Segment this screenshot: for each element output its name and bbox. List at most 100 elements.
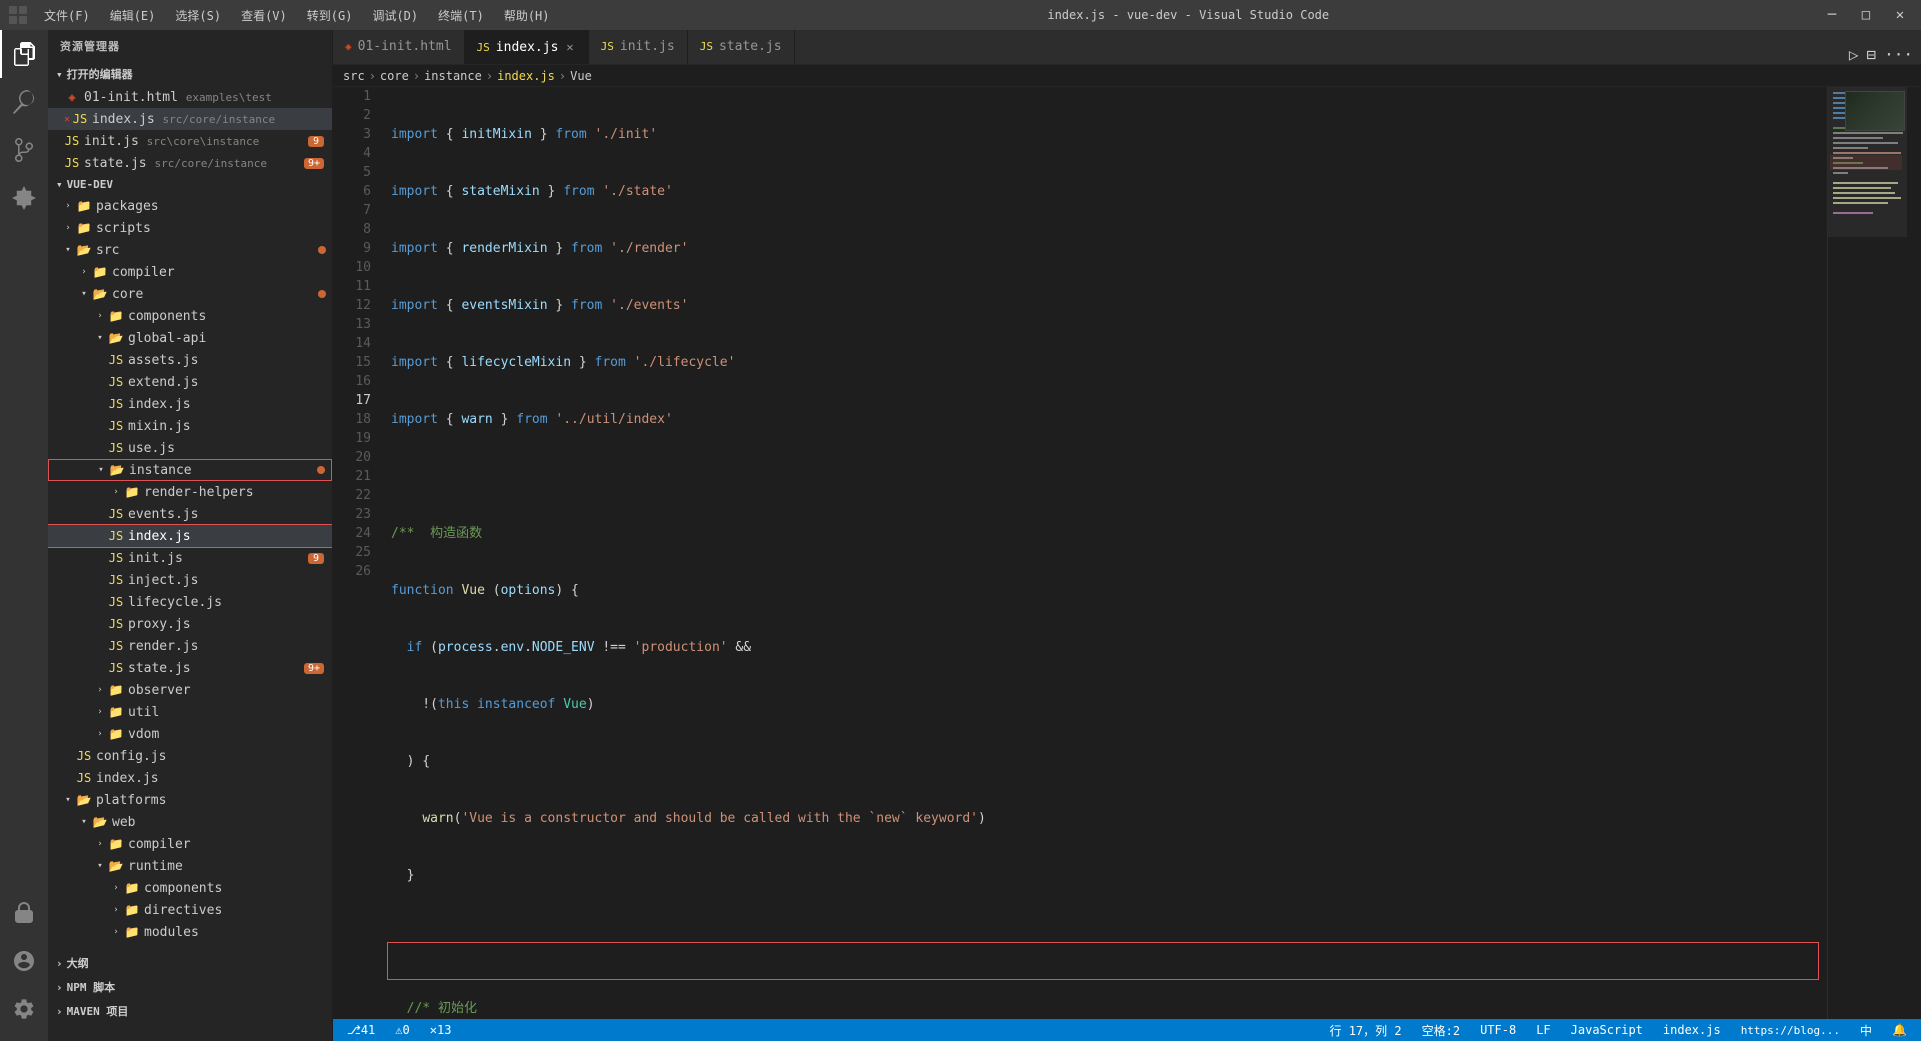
run-icon[interactable]: ▷	[1849, 45, 1859, 64]
menu-goto[interactable]: 转到(G)	[299, 5, 361, 26]
menu-debug[interactable]: 调试(D)	[364, 5, 426, 26]
status-spaces[interactable]: 空格:2	[1416, 1019, 1466, 1041]
chevron-down-icon: ▾	[56, 178, 63, 191]
tree-use-js[interactable]: JS use.js	[48, 437, 332, 459]
tree-runtime-components[interactable]: › 📁 components	[48, 877, 332, 899]
tree-compiler[interactable]: › 📁 compiler	[48, 261, 332, 283]
menu-file[interactable]: 文件(F)	[36, 5, 98, 26]
tree-components[interactable]: › 📁 components	[48, 305, 332, 327]
maximize-button[interactable]: □	[1853, 2, 1879, 28]
tree-scripts[interactable]: › 📁 scripts	[48, 217, 332, 239]
tree-index-core-js[interactable]: JS index.js	[48, 767, 332, 789]
open-editor-initjs[interactable]: JS init.js src\core\instance 9	[48, 130, 332, 152]
tree-extend-js[interactable]: JS extend.js	[48, 371, 332, 393]
menu-view[interactable]: 查看(V)	[233, 5, 295, 26]
more-actions-icon[interactable]: ···	[1884, 45, 1913, 64]
tab-initjs[interactable]: JS init.js	[589, 30, 688, 64]
tree-render-js[interactable]: JS render.js	[48, 635, 332, 657]
tab-close-indexjs[interactable]: ✕	[564, 38, 575, 56]
tree-global-api[interactable]: ▾ 📂 global-api	[48, 327, 332, 349]
status-notifications[interactable]: 🔔	[1886, 1019, 1913, 1041]
tree-core[interactable]: ▾ 📂 core	[48, 283, 332, 305]
tree-assets-js[interactable]: JS assets.js	[48, 349, 332, 371]
breadcrumb-core[interactable]: core	[380, 69, 409, 83]
status-file-type[interactable]: index.js	[1657, 1019, 1727, 1041]
tree-init-js[interactable]: JS init.js 9	[48, 547, 332, 569]
tree-util[interactable]: › 📁 util	[48, 701, 332, 723]
menu-select[interactable]: 选择(S)	[167, 5, 229, 26]
status-warnings[interactable]: ✕ 13	[424, 1019, 458, 1041]
menu-bar[interactable]: 文件(F) 编辑(E) 选择(S) 查看(V) 转到(G) 调试(D) 终端(T…	[36, 5, 558, 26]
code-content[interactable]: import { initMixin } from './init' impor…	[383, 87, 1827, 1019]
git-branch-icon: ⎇	[347, 1023, 361, 1037]
tab-indexjs[interactable]: JS index.js ✕	[465, 30, 589, 64]
status-line-ending[interactable]: LF	[1530, 1019, 1556, 1041]
minimize-button[interactable]: ─	[1819, 2, 1845, 28]
vuedev-section[interactable]: ▾ VUE-DEV	[48, 174, 332, 195]
breadcrumb-indexjs[interactable]: index.js	[497, 69, 555, 83]
tree-proxy-js[interactable]: JS proxy.js	[48, 613, 332, 635]
activity-account[interactable]	[0, 937, 48, 985]
tree-platforms[interactable]: ▾ 📂 platforms	[48, 789, 332, 811]
maven-section[interactable]: › MAVEN 项目	[48, 999, 332, 1023]
open-editors-section[interactable]: ▾ 打开的编辑器	[48, 62, 332, 86]
tree-runtime[interactable]: ▾ 📂 runtime	[48, 855, 332, 877]
tree-config-js[interactable]: JS config.js	[48, 745, 332, 767]
js-icon: JS	[108, 506, 124, 522]
tree-observer[interactable]: › 📁 observer	[48, 679, 332, 701]
status-input-method[interactable]: 中	[1854, 1019, 1878, 1041]
close-button[interactable]: ✕	[1887, 2, 1913, 28]
status-language[interactable]: JavaScript	[1565, 1019, 1649, 1041]
tree-src[interactable]: ▾ 📂 src	[48, 239, 332, 261]
tree-events-js[interactable]: JS events.js	[48, 503, 332, 525]
status-errors[interactable]: ⚠ 0	[389, 1019, 415, 1041]
tree-web-compiler[interactable]: › 📁 compiler	[48, 833, 332, 855]
status-blog-link[interactable]: https://blog...	[1735, 1019, 1846, 1041]
activity-debug[interactable]	[0, 889, 48, 937]
tab-statejs[interactable]: JS state.js	[688, 30, 795, 64]
tree-lifecycle-js[interactable]: JS lifecycle.js	[48, 591, 332, 613]
activity-explorer[interactable]	[0, 30, 48, 78]
open-editor-indexjs[interactable]: ✕ JS index.js src/core/instance	[48, 108, 332, 130]
tree-state-instance-js[interactable]: JS state.js 9+	[48, 657, 332, 679]
close-icon[interactable]: ✕	[64, 114, 70, 125]
tree-render-helpers[interactable]: › 📁 render-helpers	[48, 481, 332, 503]
tree-index-instance[interactable]: JS index.js	[48, 525, 332, 547]
status-encoding[interactable]: UTF-8	[1474, 1019, 1522, 1041]
tree-index-global[interactable]: JS index.js	[48, 393, 332, 415]
tree-instance[interactable]: ▾ 📂 instance	[48, 459, 332, 481]
js-icon: JS	[108, 616, 124, 632]
window-controls[interactable]: ─ □ ✕	[1819, 2, 1913, 28]
breadcrumb-vue[interactable]: Vue	[570, 69, 592, 83]
split-editor-icon[interactable]: ⊟	[1866, 45, 1876, 64]
npm-section[interactable]: › NPM 脚本	[48, 975, 332, 999]
breadcrumb-src[interactable]: src	[343, 69, 365, 83]
tree-inject-js[interactable]: JS inject.js	[48, 569, 332, 591]
status-cursor-position[interactable]: 行 17，列 2	[1323, 1019, 1407, 1041]
tree-web[interactable]: ▾ 📂 web	[48, 811, 332, 833]
menu-help[interactable]: 帮助(H)	[496, 5, 558, 26]
tree-packages[interactable]: › 📁 packages	[48, 195, 332, 217]
open-editor-statejs[interactable]: JS state.js src/core/instance 9+	[48, 152, 332, 174]
ln-14: 14	[333, 334, 371, 353]
menu-terminal[interactable]: 终端(T)	[430, 5, 492, 26]
activity-search[interactable]	[0, 78, 48, 126]
activity-source-control[interactable]	[0, 126, 48, 174]
activity-extensions[interactable]	[0, 174, 48, 222]
open-editor-01init[interactable]: ◈ 01-init.html examples\test	[48, 86, 332, 108]
menu-edit[interactable]: 编辑(E)	[102, 5, 164, 26]
tab-01init[interactable]: ◈ 01-init.html	[333, 30, 465, 64]
sidebar-tree[interactable]: ▾ 打开的编辑器 ◈ 01-init.html examples\test ✕ …	[48, 62, 332, 1041]
scrollbar-right[interactable]	[1907, 87, 1921, 1019]
tree-vdom[interactable]: › 📁 vdom	[48, 723, 332, 745]
breadcrumb-instance[interactable]: instance	[424, 69, 482, 83]
tree-directives[interactable]: › 📁 directives	[48, 899, 332, 921]
outline-section[interactable]: › 大纲	[48, 951, 332, 975]
activity-settings[interactable]	[0, 985, 48, 1033]
status-git-branch[interactable]: ⎇ 41	[341, 1019, 381, 1041]
code-editor[interactable]: 1 2 3 4 5 6 7 8 9 10 11 12 13 14 15 16 1…	[333, 87, 1921, 1019]
ln-26: 26	[333, 562, 371, 581]
tree-modules[interactable]: › 📁 modules	[48, 921, 332, 943]
folder-icon: 📁	[108, 704, 124, 720]
tree-mixin-js[interactable]: JS mixin.js	[48, 415, 332, 437]
